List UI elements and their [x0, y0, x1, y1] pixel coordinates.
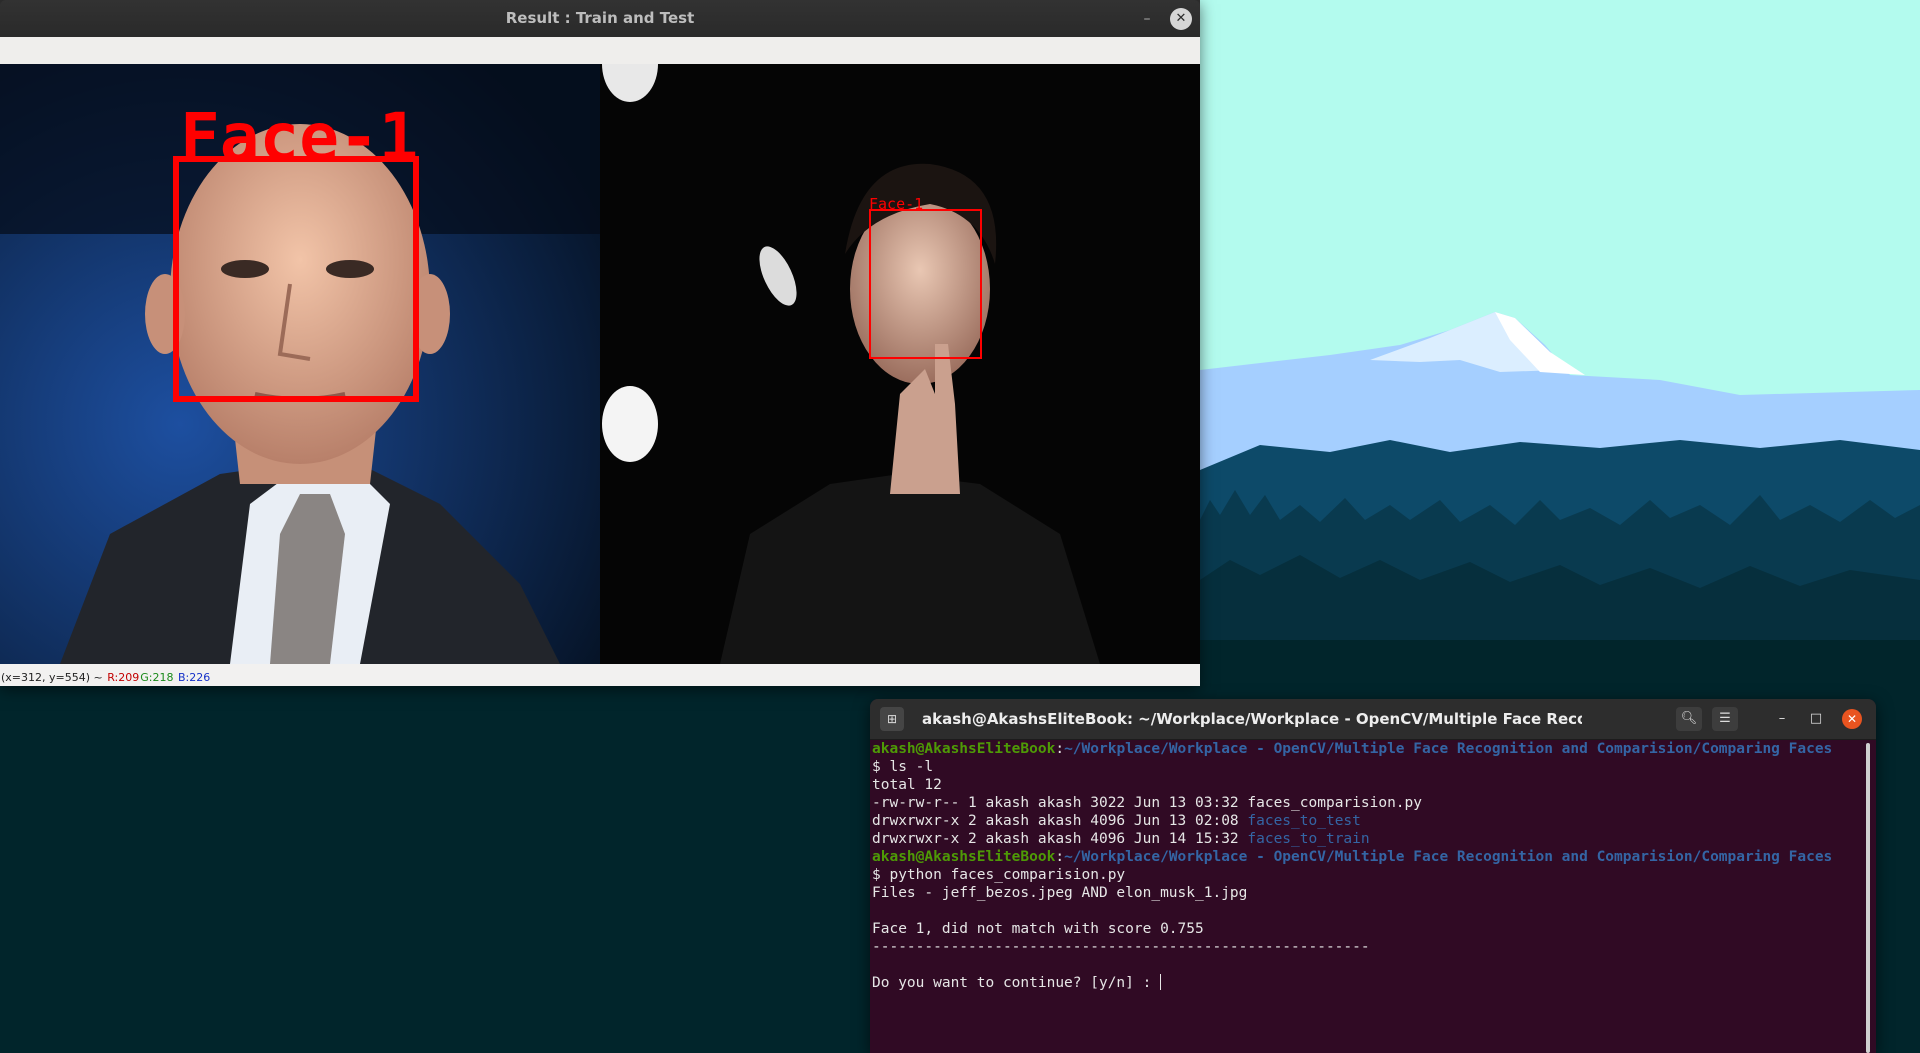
result-image[interactable]: Face-1 Face-1 [0, 26, 1200, 664]
output-line: total 12 [872, 777, 942, 793]
continue-prompt: Do you want to continue? [y/n] : [872, 975, 1161, 991]
status-blue-value: B:226 [177, 671, 211, 684]
right-face-label: Face-1 [869, 195, 923, 213]
terminal-scrollbar[interactable] [1866, 743, 1870, 1053]
input-line[interactable]: Do you want to continue? [y/n] : [872, 974, 1862, 992]
close-icon[interactable]: ✕ [1170, 8, 1192, 30]
prompt-path: ~/Workplace/Workplace - OpenCV/Multiple … [1064, 741, 1833, 757]
text-cursor [1160, 974, 1162, 990]
right-photo: Face-1 [600, 26, 1200, 664]
result-toolbar [0, 37, 1200, 65]
dir-name: faces_to_test [1247, 813, 1361, 829]
terminal-header[interactable]: ⊞ akash@AkashsEliteBook: ~/Workplace/Wor… [870, 699, 1876, 740]
terminal-window: ⊞ akash@AkashsEliteBook: ~/Workplace/Wor… [870, 699, 1876, 1053]
ls-row: -rw-rw-r-- 1 akash akash 3022 Jun 13 03:… [872, 795, 1422, 811]
file-name: faces_comparision.py [1247, 795, 1422, 811]
dir-name: faces_to_train [1247, 831, 1370, 847]
maximize-icon[interactable]: □ [1806, 709, 1826, 729]
command-line: $ python faces_comparision.py [872, 867, 1126, 883]
left-photo: Face-1 [0, 64, 600, 664]
status-coords: (x=312, y=554) ~ [1, 671, 103, 684]
status-red-value: R:209 [107, 671, 140, 684]
result-window-title: Result : Train and Test [505, 9, 695, 27]
terminal-output[interactable]: akash@AkashsEliteBook:~/Workplace/Workpl… [872, 739, 1862, 1053]
hamburger-icon[interactable]: ☰ [1712, 707, 1738, 731]
close-icon[interactable]: ✕ [1842, 709, 1862, 729]
prompt-path: ~/Workplace/Workplace - OpenCV/Multiple … [1064, 849, 1833, 865]
prompt-user: akash@AkashsEliteBook [872, 741, 1056, 757]
output-line: Face 1, did not match with score 0.755 [872, 921, 1204, 937]
minimize-icon[interactable]: – [1772, 709, 1792, 729]
prompt-line: akash@AkashsEliteBook:~/Workplace/Workpl… [872, 849, 1833, 865]
ls-row: drwxrwxr-x 2 akash akash 4096 Jun 13 02:… [872, 813, 1361, 829]
left-face-label: Face-1 [180, 99, 418, 176]
output-line: Files - jeff_bezos.jpeg AND elon_musk_1.… [872, 885, 1248, 901]
result-window: Result : Train and Test – ✕ Face-1 Face-… [0, 0, 1200, 686]
status-green-value: G:218 [140, 671, 174, 684]
prompt-line: akash@AkashsEliteBook:~/Workplace/Workpl… [872, 741, 1833, 757]
prompt-user: akash@AkashsEliteBook [872, 849, 1056, 865]
command-line: $ ls -l [872, 759, 934, 775]
result-titlebar[interactable]: Result : Train and Test – ✕ [0, 0, 1200, 37]
minimize-icon[interactable]: – [1136, 8, 1158, 30]
search-icon[interactable]: 🔍︎ [1676, 707, 1702, 731]
face-comparison-image: Face-1 Face-1 [0, 26, 1200, 664]
terminal-title: akash@AkashsEliteBook: ~/Workplace/Workp… [922, 710, 1582, 728]
status-bar: (x=312, y=554) ~ R:209G:218 B:226 [0, 664, 1200, 686]
ls-row: drwxrwxr-x 2 akash akash 4096 Jun 14 15:… [872, 831, 1370, 847]
new-tab-icon[interactable]: ⊞ [880, 707, 904, 731]
separator-line: ----------------------------------------… [872, 939, 1370, 955]
